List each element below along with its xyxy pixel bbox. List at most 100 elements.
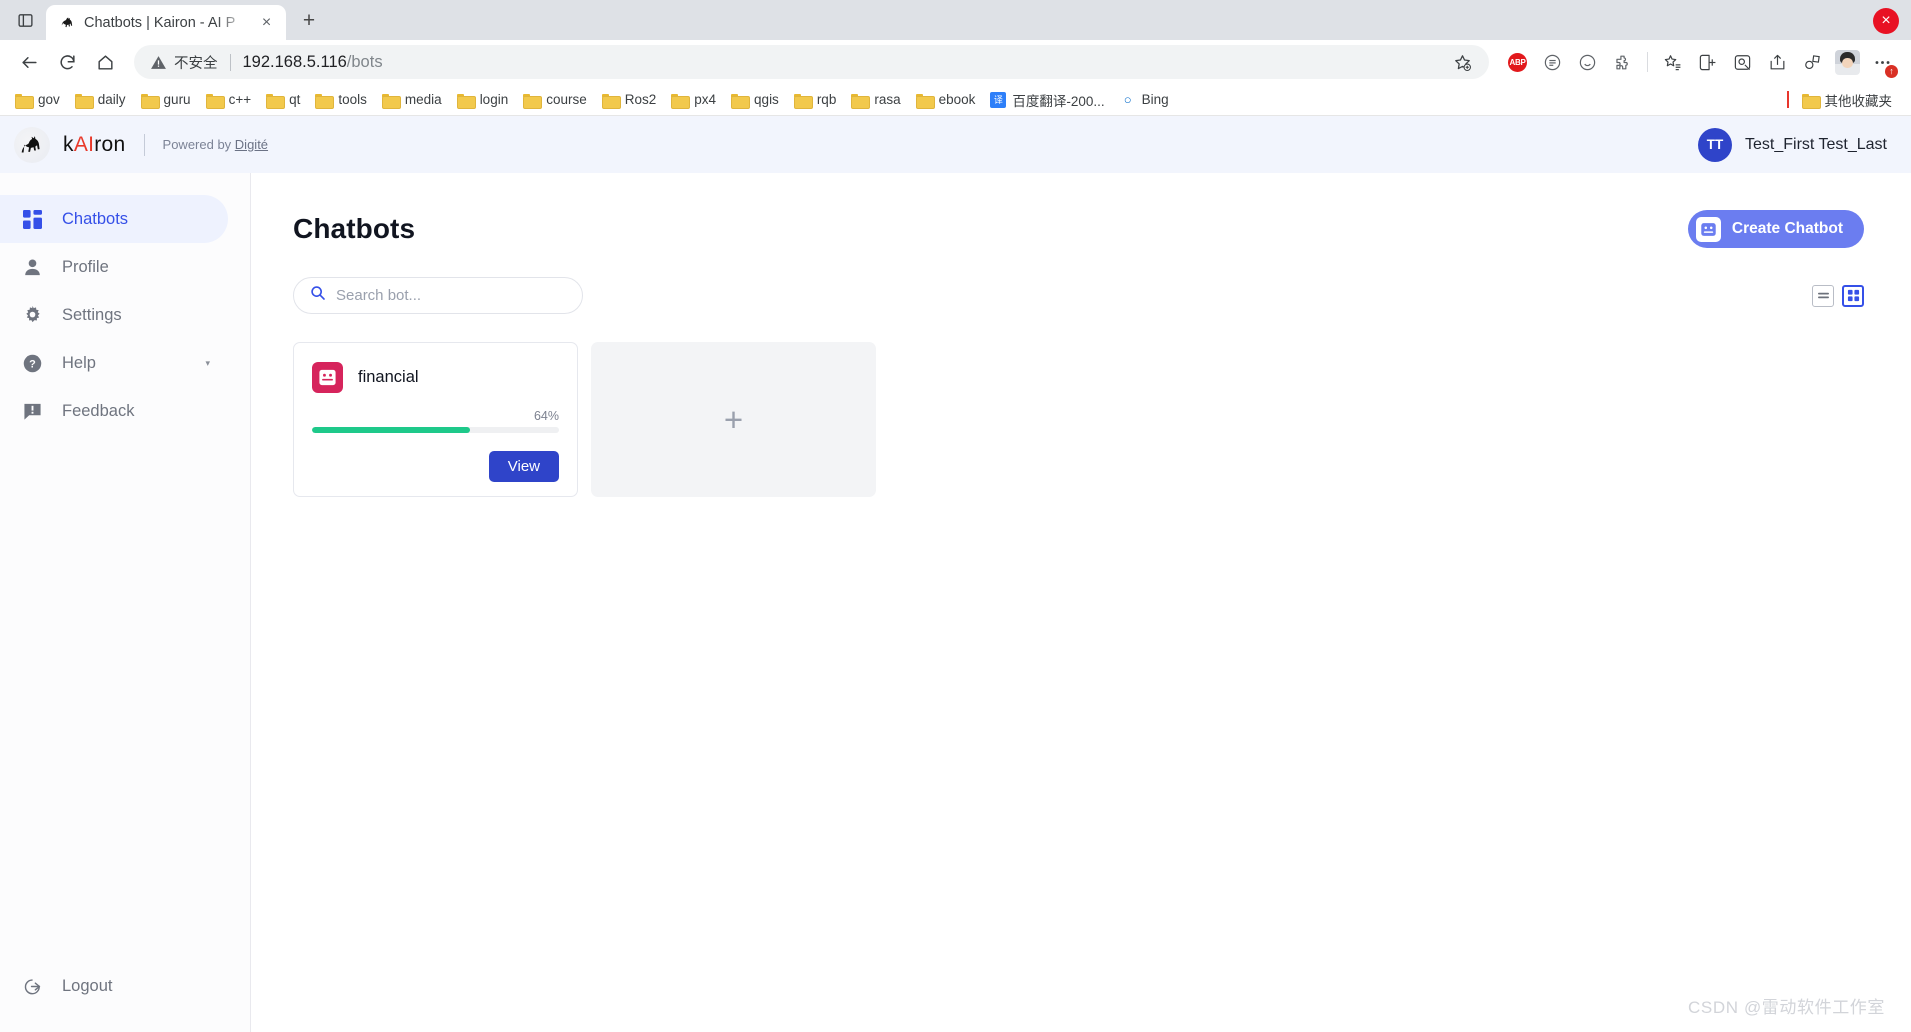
person-icon <box>22 258 43 277</box>
grid-view-icon[interactable] <box>1842 284 1864 307</box>
bookmark-item[interactable]: login <box>450 88 516 111</box>
tab-strip: Chatbots | Kairon - AI P × + × <box>0 0 1911 40</box>
sidebar: Chatbots Profile Settings ? Help ▾ Feedb… <box>0 173 251 1032</box>
translate-icon: 译 <box>990 91 1007 108</box>
folder-icon <box>315 93 335 109</box>
back-icon[interactable] <box>12 45 46 79</box>
browser-toolbar: 不安全 192.168.5.116/bots ABP ↑ <box>0 40 1911 84</box>
bookmark-item[interactable]: media <box>375 88 449 111</box>
reload-icon[interactable] <box>50 45 84 79</box>
collections-icon[interactable] <box>1656 46 1689 79</box>
sidebar-label: Feedback <box>62 401 135 420</box>
chevron-down-icon[interactable]: ▾ <box>205 358 210 369</box>
folder-icon <box>671 93 691 109</box>
tab-close-icon[interactable]: × <box>257 13 276 32</box>
home-icon[interactable] <box>88 45 122 79</box>
bookmark-item[interactable]: qgis <box>724 88 786 111</box>
new-tab-button[interactable]: + <box>292 4 326 38</box>
bookmark-label: qgis <box>754 92 779 107</box>
puzzle-icon[interactable] <box>1606 46 1639 79</box>
folder-icon <box>731 93 751 109</box>
tab-search-icon[interactable] <box>8 3 42 37</box>
other-bookmarks-button[interactable]: 其他收藏夹 <box>1795 86 1900 114</box>
dashboard-icon <box>22 209 43 229</box>
content-header: Chatbots Create Chatbot <box>293 210 1864 248</box>
bookmark-item[interactable]: gov <box>8 88 67 111</box>
logo-prefix: k <box>63 132 74 156</box>
browser-menu-icon[interactable]: ↑ <box>1866 46 1899 79</box>
bookmark-item[interactable]: guru <box>134 88 198 111</box>
folder-icon <box>851 93 871 109</box>
bookmark-item[interactable]: 译百度翻译-200... <box>983 86 1111 114</box>
bookmark-item[interactable]: px4 <box>664 88 723 111</box>
view-bot-button[interactable]: View <box>488 451 559 482</box>
add-bot-card[interactable]: + <box>591 342 876 497</box>
folder-icon <box>915 93 935 109</box>
bookmark-label: rasa <box>874 92 901 107</box>
help-circle-icon: ? <box>22 354 43 373</box>
brand-logo[interactable]: kAIron Powered by Digité <box>14 126 269 163</box>
user-menu[interactable]: TT Test_First Test_Last <box>1698 127 1887 162</box>
folder-icon <box>140 93 160 109</box>
bookmark-item[interactable]: daily <box>68 88 133 111</box>
main-content: Chatbots Create Chatbot Search bot... fi… <box>251 173 1911 1032</box>
feedback-icon <box>22 402 43 421</box>
logo-divider <box>143 133 145 156</box>
progress-label-row: 64% <box>312 409 559 423</box>
sidebar-item-feedback[interactable]: Feedback <box>0 387 228 435</box>
bookmark-item[interactable]: tools <box>308 88 374 111</box>
window-close-button[interactable]: × <box>1873 8 1899 34</box>
logo-accent: AI <box>73 132 95 156</box>
bookmark-label: course <box>546 92 587 107</box>
bookmark-item[interactable]: ebook <box>909 88 983 111</box>
bookmark-item[interactable]: ○ Bing <box>1113 88 1176 112</box>
bookmark-item[interactable]: rqb <box>787 88 844 111</box>
horse-logo-icon <box>14 126 50 163</box>
sidebar-label: Help <box>62 353 96 372</box>
bookmark-item[interactable]: rasa <box>844 88 907 111</box>
list-view-icon[interactable] <box>1812 284 1834 307</box>
adblock-plus-icon[interactable]: ABP <box>1501 46 1534 79</box>
sidebar-label: Chatbots <box>62 209 129 228</box>
split-screen-icon[interactable] <box>1691 46 1724 79</box>
address-bar[interactable]: 不安全 192.168.5.116/bots <box>134 45 1489 79</box>
browser-tab[interactable]: Chatbots | Kairon - AI P × <box>46 5 286 40</box>
horse-icon <box>59 14 76 31</box>
bookmark-label: 百度翻译-200... <box>1012 93 1105 109</box>
favorite-star-icon[interactable] <box>1447 47 1477 77</box>
bot-card-grid: financial 64% View + <box>293 342 1864 497</box>
create-chatbot-label: Create Chatbot <box>1731 220 1843 237</box>
bot-card-header: financial <box>312 362 559 393</box>
sidebar-item-settings[interactable]: Settings <box>0 291 228 339</box>
bot-name-label: financial <box>358 368 419 386</box>
powered-prefix: Powered by <box>162 137 235 152</box>
bookmark-item[interactable]: Ros2 <box>595 88 664 111</box>
search-bot-container[interactable] <box>293 277 583 314</box>
profile-avatar[interactable] <box>1831 46 1864 79</box>
page-title: Chatbots <box>293 213 416 244</box>
bookmark-item[interactable]: qt <box>259 88 307 111</box>
bookmark-label: qt <box>289 92 301 107</box>
bookmark-label: Ros2 <box>624 92 657 107</box>
sidebar-label: Logout <box>62 976 113 995</box>
create-chatbot-button[interactable]: Create Chatbot <box>1687 210 1864 248</box>
digite-link[interactable]: Digité <box>235 137 268 152</box>
user-name-label: Test_First Test_Last <box>1745 135 1887 153</box>
bookmark-item[interactable]: course <box>516 88 594 111</box>
url-host: 192.168.5.116 <box>242 52 347 71</box>
bookmark-label: tools <box>338 92 367 107</box>
sidebar-item-help[interactable]: ? Help ▾ <box>0 339 228 387</box>
bookmark-item[interactable]: c++ <box>199 88 259 111</box>
sidebar-item-logout[interactable]: Logout <box>0 962 228 1010</box>
avatar: TT <box>1698 127 1733 162</box>
share-icon[interactable] <box>1761 46 1794 79</box>
powered-by-label: Powered by Digité <box>163 137 269 152</box>
sidebar-item-profile[interactable]: Profile <box>0 243 228 291</box>
reading-list-icon[interactable] <box>1536 46 1569 79</box>
screenshot-icon[interactable] <box>1726 46 1759 79</box>
bot-card[interactable]: financial 64% View <box>293 342 578 497</box>
copilot-icon[interactable] <box>1796 46 1829 79</box>
sidebar-item-chatbots[interactable]: Chatbots <box>0 195 228 243</box>
search-input[interactable] <box>336 287 566 304</box>
emoji-icon[interactable] <box>1571 46 1604 79</box>
